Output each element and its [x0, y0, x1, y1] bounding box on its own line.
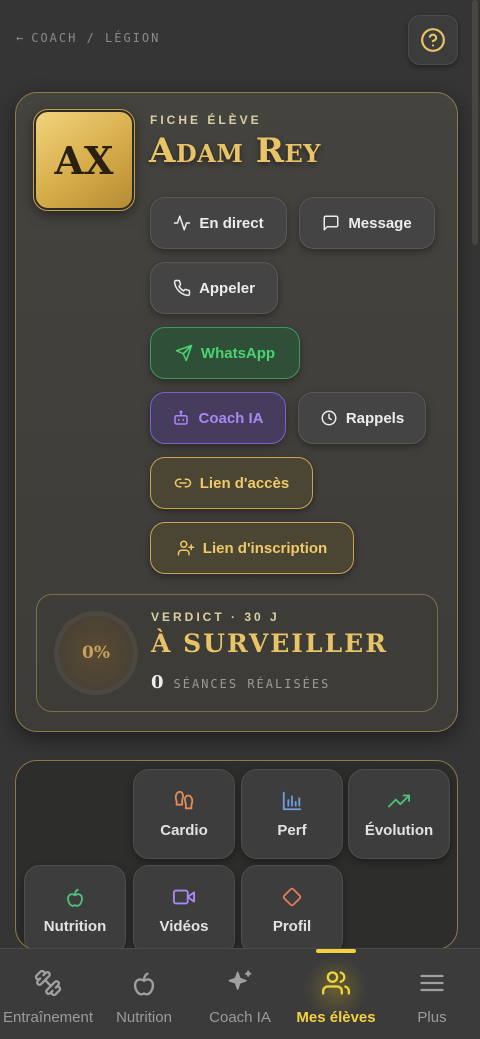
help-circle-icon [421, 28, 445, 52]
whatsapp-button[interactable]: WhatsApp [150, 327, 300, 379]
apple-icon [67, 888, 83, 907]
apple-icon [133, 972, 155, 996]
tile-cardio[interactable]: Cardio [133, 769, 235, 859]
help-button[interactable] [408, 15, 458, 65]
footprints-icon [174, 790, 194, 809]
whatsapp-button-label: WhatsApp [200, 344, 276, 362]
menu-icon [420, 974, 444, 992]
breadcrumb[interactable]: ← COACH / LÉGION [16, 31, 160, 45]
live-button-label: En direct [199, 214, 264, 232]
send-icon [175, 344, 193, 362]
tile-profile-label: Profil [272, 917, 312, 935]
user-plus-icon [177, 540, 195, 556]
coach-ai-button[interactable]: Coach IA [150, 392, 286, 444]
tile-videos[interactable]: Vidéos [133, 865, 235, 949]
student-name: Adam Rey [149, 131, 321, 171]
tile-profile[interactable]: Profil [241, 865, 343, 949]
tile-evolution[interactable]: Évolution [348, 769, 450, 859]
diamond-icon [282, 887, 302, 906]
clock-icon [321, 410, 337, 426]
access-link-button[interactable]: Lien d'accès [150, 457, 313, 509]
message-button[interactable]: Message [299, 197, 435, 249]
progress-ring: 0% [59, 616, 133, 690]
message-icon [323, 215, 339, 231]
bot-icon [174, 410, 189, 425]
breadcrumb-text: COACH / LÉGION [31, 31, 161, 45]
signup-link-button[interactable]: Lien d'inscription [150, 522, 354, 574]
reminders-button[interactable]: Rappels [298, 392, 426, 444]
tile-perf-label: Perf [277, 821, 307, 839]
signup-link-button-label: Lien d'inscription [202, 539, 328, 557]
back-arrow-icon: ← [16, 31, 26, 45]
tile-nutrition-label: Nutrition [43, 917, 107, 935]
coach-ai-button-label: Coach IA [198, 409, 264, 427]
nav-item-training-label: Entraînement [2, 1009, 94, 1026]
tools-grid: Cardio Perf Évolution Nutrition Vidéos P… [15, 760, 458, 950]
tile-evolution-label: Évolution [364, 821, 434, 839]
verdict-sessions: 0 SÉANCES RÉALISÉES [151, 672, 330, 693]
student-card: AX FICHE ÉLÈVE Adam Rey En direct Messag… [15, 92, 458, 732]
bottom-nav: Entraînement Nutrition Coach IA Mes élèv… [0, 948, 480, 1039]
nav-item-coach-ai-label: Coach IA [209, 1009, 271, 1026]
avatar: AX [33, 109, 135, 211]
sessions-count: 0 [151, 672, 164, 693]
video-icon [173, 889, 195, 904]
dumbbell-icon [34, 969, 62, 997]
verdict-panel: 0% VERDICT · 30 J À SURVEILLER 0 SÉANCES… [36, 594, 438, 712]
bar-chart-icon [282, 791, 302, 810]
access-link-button-label: Lien d'accès [199, 474, 290, 492]
nav-item-training[interactable]: Entraînement [0, 949, 98, 1039]
tile-perf[interactable]: Perf [241, 769, 343, 859]
nav-item-more-label: Plus [417, 1009, 447, 1026]
nav-item-nutrition-label: Nutrition [116, 1009, 172, 1026]
nav-item-students[interactable]: Mes élèves [286, 949, 386, 1039]
verdict-label: VERDICT · 30 J [151, 610, 280, 624]
nav-item-students-label: Mes élèves [296, 1009, 376, 1026]
live-button[interactable]: En direct [150, 197, 287, 249]
sparkles-icon [228, 970, 252, 990]
activity-icon [174, 215, 191, 231]
tile-cardio-label: Cardio [160, 821, 208, 839]
verdict-status: À SURVEILLER [151, 629, 388, 658]
phone-icon [173, 279, 191, 297]
tile-videos-label: Vidéos [159, 917, 209, 935]
nav-item-more[interactable]: Plus [382, 949, 480, 1039]
card-eyebrow: FICHE ÉLÈVE [150, 113, 262, 127]
message-button-label: Message [348, 214, 412, 232]
sessions-label: SÉANCES RÉALISÉES [173, 677, 331, 691]
call-button[interactable]: Appeler [150, 262, 278, 314]
reminders-button-label: Rappels [345, 409, 405, 427]
call-button-label: Appeler [199, 279, 255, 297]
progress-percent: 0% [82, 643, 110, 663]
link-icon [174, 478, 192, 488]
trending-up-icon [388, 794, 410, 807]
nav-item-nutrition[interactable]: Nutrition [94, 949, 194, 1039]
tile-nutrition[interactable]: Nutrition [24, 865, 126, 949]
top-bar: ← COACH / LÉGION [0, 0, 480, 80]
nav-item-coach-ai[interactable]: Coach IA [190, 949, 290, 1039]
users-icon [322, 971, 350, 995]
